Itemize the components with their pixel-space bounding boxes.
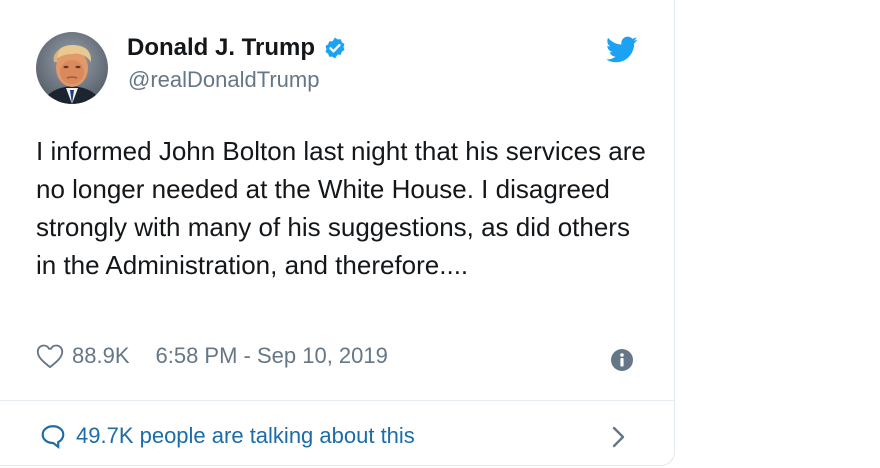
author-display-name[interactable]: Donald J. Trump: [127, 34, 315, 62]
tweet-timestamp[interactable]: 6:58 PM - Sep 10, 2019: [156, 343, 388, 369]
like-count[interactable]: 88.9K: [72, 343, 130, 369]
divider: [0, 400, 675, 401]
conversation-link[interactable]: 49.7K people are talking about this: [40, 423, 415, 450]
verified-badge-icon: [323, 36, 347, 60]
speech-bubble-icon: [40, 423, 66, 450]
twitter-bird-icon[interactable]: [606, 36, 638, 64]
tweet-meta-row: 88.9K 6:58 PM - Sep 10, 2019: [36, 343, 388, 369]
heart-icon[interactable]: [36, 343, 64, 369]
tweet-card: Donald J. Trump @realDonaldTrump I infor…: [0, 0, 675, 466]
avatar[interactable]: [36, 32, 108, 104]
info-icon[interactable]: [610, 348, 634, 372]
conversation-count-text[interactable]: 49.7K people are talking about this: [76, 423, 415, 449]
author-handle[interactable]: @realDonaldTrump: [128, 67, 319, 93]
chevron-right-icon[interactable]: [610, 424, 628, 450]
tweet-text: I informed John Bolton last night that h…: [36, 136, 646, 280]
author-name-row[interactable]: Donald J. Trump: [127, 34, 347, 62]
